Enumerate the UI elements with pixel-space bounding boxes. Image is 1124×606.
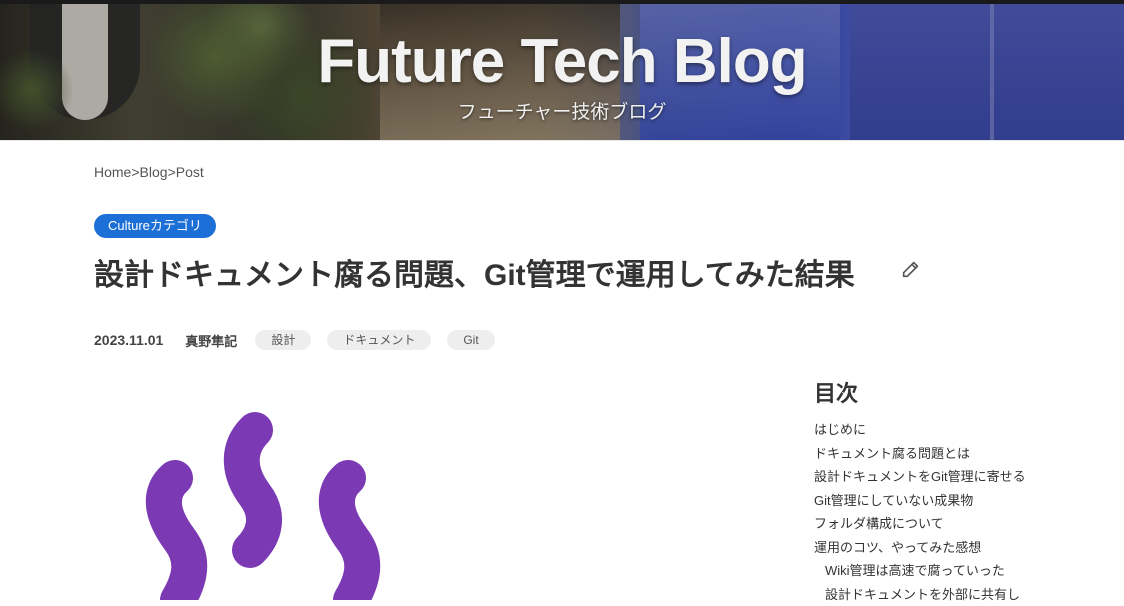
category-badge[interactable]: Cultureカテゴリ	[94, 214, 216, 238]
pencil-icon[interactable]	[900, 258, 922, 280]
toc-item[interactable]: 設計ドキュメントをGit管理に寄せる	[814, 465, 1074, 489]
post-author[interactable]: 真野隼記	[185, 331, 237, 350]
toc-item[interactable]: 運用のコツ、やってみた感想	[814, 536, 1074, 560]
banner-top-line	[0, 0, 1124, 4]
breadcrumb-current: Post	[176, 164, 204, 180]
post-date: 2023.11.01	[94, 332, 163, 348]
toc-item[interactable]: Git管理にしていない成果物	[814, 489, 1074, 513]
toc-subitem[interactable]: Wiki管理は高速で腐っていった	[814, 559, 1074, 583]
site-subtitle: フューチャー技術ブログ	[0, 97, 1124, 124]
toc-subitem[interactable]: 設計ドキュメントを外部に共有し	[814, 583, 1074, 606]
breadcrumb-home[interactable]: Home	[94, 164, 131, 180]
toc-item[interactable]: ドキュメント腐る問題とは	[814, 442, 1074, 466]
post-title: 設計ドキュメント腐る問題、Git管理で運用してみた結果	[94, 250, 855, 294]
breadcrumb-separator: >	[131, 164, 139, 180]
toc-item[interactable]: フォルダ構成について	[814, 512, 1074, 536]
table-of-contents: 目次 はじめに ドキュメント腐る問題とは 設計ドキュメントをGit管理に寄せる …	[814, 376, 1074, 606]
header-banner[interactable]: Future Tech Blog フューチャー技術ブログ	[0, 0, 1124, 140]
breadcrumb: Home>Blog>Post	[94, 164, 204, 180]
post-meta: 2023.11.01 真野隼記 設計 ドキュメント Git	[94, 330, 495, 350]
steam-icon	[130, 400, 410, 600]
breadcrumb-blog[interactable]: Blog	[140, 164, 168, 180]
tag-design[interactable]: 設計	[255, 330, 311, 350]
toc-title: 目次	[814, 376, 1074, 408]
header-divider	[0, 140, 1124, 141]
tag-document[interactable]: ドキュメント	[327, 330, 431, 350]
tag-git[interactable]: Git	[447, 330, 494, 350]
breadcrumb-separator: >	[168, 164, 176, 180]
site-title[interactable]: Future Tech Blog	[0, 26, 1124, 97]
toc-item[interactable]: はじめに	[814, 418, 1074, 442]
